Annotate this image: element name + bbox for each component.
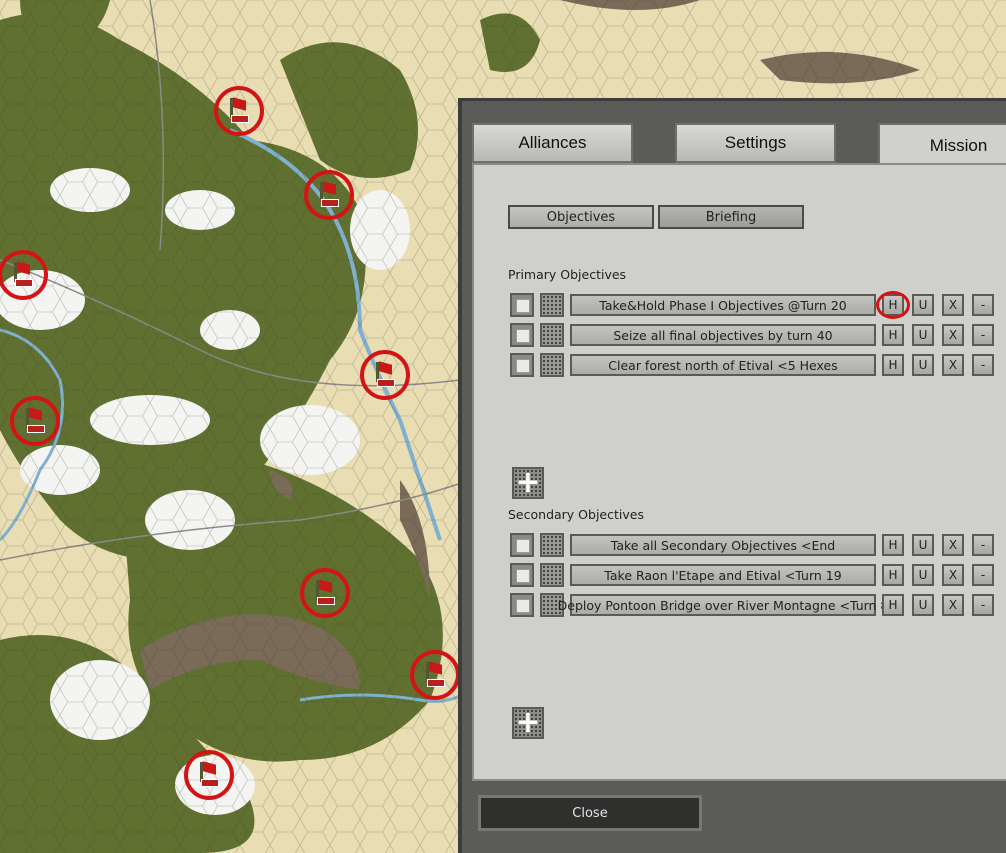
objective-checkbox[interactable] [510, 293, 534, 317]
unit-tag [317, 597, 335, 605]
primary-objective-row: Seize all final objectives by turn 40 H … [510, 323, 1006, 347]
unit-tag [201, 779, 219, 787]
scenario-editor-dialog: Alliances Settings Mission Objectives Br… [458, 98, 1006, 853]
objective-marker-button[interactable] [540, 353, 564, 377]
objective-text-field[interactable]: Take&Hold Phase I Objectives @Turn 20 [570, 294, 876, 316]
objective-marker[interactable] [184, 750, 234, 800]
flag-icon [376, 362, 390, 382]
minus-button[interactable]: - [972, 534, 994, 556]
objective-marker[interactable] [214, 86, 264, 136]
unit-tag [27, 425, 45, 433]
objective-checkbox[interactable] [510, 533, 534, 557]
hold-button[interactable]: H [882, 534, 904, 556]
update-button[interactable]: U [912, 564, 934, 586]
secondary-objectives-title: Secondary Objectives [508, 507, 644, 522]
objective-marker[interactable] [10, 396, 60, 446]
hold-button[interactable]: H [882, 564, 904, 586]
secondary-objective-row: Take all Secondary Objectives <End H U X… [510, 533, 1006, 557]
delete-button[interactable]: X [942, 324, 964, 346]
delete-button[interactable]: X [942, 354, 964, 376]
subtab-objectives[interactable]: Objectives [508, 205, 654, 229]
flag-icon [316, 580, 330, 600]
objective-marker[interactable] [304, 170, 354, 220]
unit-tag [231, 115, 249, 123]
subtab-briefing[interactable]: Briefing [658, 205, 804, 229]
update-button[interactable]: U [912, 534, 934, 556]
primary-objective-row: Take&Hold Phase I Objectives @Turn 20 H … [510, 291, 1006, 319]
delete-button[interactable]: X [942, 534, 964, 556]
objective-checkbox[interactable] [510, 593, 534, 617]
minus-button[interactable]: - [972, 594, 994, 616]
hold-button[interactable]: H [882, 354, 904, 376]
objective-marker[interactable] [0, 250, 48, 300]
objective-marker[interactable] [300, 568, 350, 618]
unit-tag [427, 679, 445, 687]
primary-objectives-title: Primary Objectives [508, 267, 627, 282]
flag-icon [426, 662, 440, 682]
objective-text-field[interactable]: Seize all final objectives by turn 40 [570, 324, 876, 346]
objective-marker[interactable] [360, 350, 410, 400]
hold-button[interactable]: H [882, 594, 904, 616]
tab-alliances[interactable]: Alliances [472, 123, 633, 163]
close-button[interactable]: Close [478, 795, 702, 831]
objective-marker-button[interactable] [540, 563, 564, 587]
objective-marker-button[interactable] [540, 533, 564, 557]
tab-settings[interactable]: Settings [675, 123, 836, 163]
tab-mission[interactable]: Mission [878, 123, 1006, 167]
flag-icon [26, 408, 40, 428]
flag-icon [14, 262, 28, 282]
hold-button[interactable]: H [882, 294, 904, 316]
flag-icon [230, 98, 244, 118]
objective-text-field[interactable]: Take Raon l'Etape and Etival <Turn 19 [570, 564, 876, 586]
add-primary-objective-button[interactable]: + [512, 467, 544, 499]
delete-button[interactable]: X [942, 294, 964, 316]
delete-button[interactable]: X [942, 564, 964, 586]
minus-button[interactable]: - [972, 294, 994, 316]
update-button[interactable]: U [912, 354, 934, 376]
unit-tag [15, 279, 33, 287]
objective-checkbox[interactable] [510, 353, 534, 377]
flag-icon [320, 182, 334, 202]
tab-bar: Alliances Settings Mission [472, 123, 1006, 167]
minus-button[interactable]: - [972, 324, 994, 346]
delete-button[interactable]: X [942, 594, 964, 616]
primary-objective-row: Clear forest north of Etival <5 Hexes H … [510, 353, 1006, 377]
unit-tag [377, 379, 395, 387]
objective-checkbox[interactable] [510, 323, 534, 347]
objective-marker[interactable] [410, 650, 460, 700]
minus-button[interactable]: - [972, 354, 994, 376]
add-secondary-objective-button[interactable]: + [512, 707, 544, 739]
objective-text-field[interactable]: Clear forest north of Etival <5 Hexes [570, 354, 876, 376]
minus-button[interactable]: - [972, 564, 994, 586]
objective-text-field[interactable]: Deploy Pontoon Bridge over River Montagn… [558, 594, 888, 616]
update-button[interactable]: U [912, 324, 934, 346]
secondary-objective-row: Deploy Pontoon Bridge over River Montagn… [510, 593, 1006, 617]
flag-icon [200, 762, 214, 782]
update-button[interactable]: U [912, 294, 934, 316]
objective-text-field[interactable]: Take all Secondary Objectives <End [570, 534, 876, 556]
objective-marker-button[interactable] [540, 323, 564, 347]
update-button[interactable]: U [912, 594, 934, 616]
unit-tag [321, 199, 339, 207]
mission-panel: Objectives Briefing Primary Objectives T… [472, 163, 1006, 781]
hold-button[interactable]: H [882, 324, 904, 346]
objective-checkbox[interactable] [510, 563, 534, 587]
secondary-objective-row: Take Raon l'Etape and Etival <Turn 19 H … [510, 563, 1006, 587]
objective-marker-button[interactable] [540, 293, 564, 317]
